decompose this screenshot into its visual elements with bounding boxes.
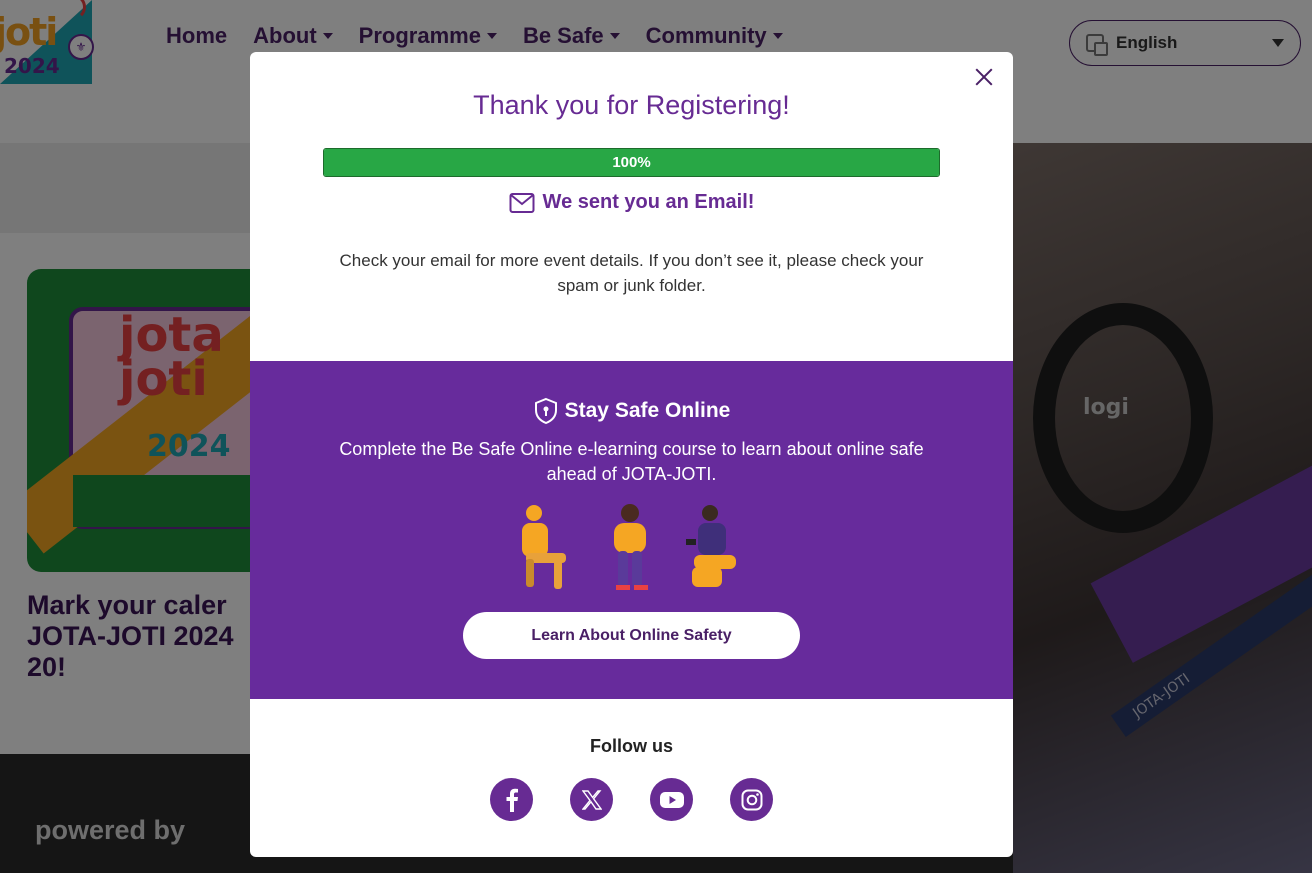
scout-figure-1 bbox=[522, 505, 566, 589]
youtube-link[interactable] bbox=[650, 778, 693, 821]
scouts-illustration bbox=[512, 501, 752, 601]
x-icon bbox=[581, 789, 602, 810]
progress-label: 100% bbox=[612, 154, 651, 171]
facebook-icon bbox=[506, 788, 518, 812]
follow-us-title: Follow us bbox=[590, 736, 673, 756]
stay-safe-heading-row: Stay Safe Online bbox=[250, 397, 1013, 425]
email-instructions: Check your email for more event details.… bbox=[339, 251, 924, 295]
close-icon[interactable] bbox=[973, 66, 995, 88]
stay-safe-title: Stay Safe Online bbox=[564, 399, 731, 422]
instagram-icon bbox=[741, 789, 762, 810]
scout-figure-3 bbox=[686, 505, 736, 587]
facebook-link[interactable] bbox=[490, 778, 533, 821]
stay-safe-text: Complete the Be Safe Online e-learning c… bbox=[339, 439, 924, 484]
social-links bbox=[490, 778, 773, 821]
envelope-icon bbox=[509, 192, 535, 213]
registration-modal: Thank you for Registering! 100% We sent … bbox=[250, 52, 1013, 857]
youtube-icon bbox=[659, 791, 684, 808]
instagram-link[interactable] bbox=[730, 778, 773, 821]
modal-title: Thank you for Registering! bbox=[473, 90, 790, 120]
progress-bar: 100% bbox=[323, 148, 940, 177]
email-heading: We sent you an Email! bbox=[542, 191, 755, 213]
scout-figure-2 bbox=[614, 504, 648, 590]
shield-lock-icon bbox=[534, 397, 557, 425]
email-heading-row: We sent you an Email! bbox=[250, 191, 1013, 214]
x-link[interactable] bbox=[570, 778, 613, 821]
learn-online-safety-button[interactable]: Learn About Online Safety bbox=[463, 612, 800, 659]
stay-safe-section: Stay Safe Online Complete the Be Safe On… bbox=[250, 361, 1013, 699]
